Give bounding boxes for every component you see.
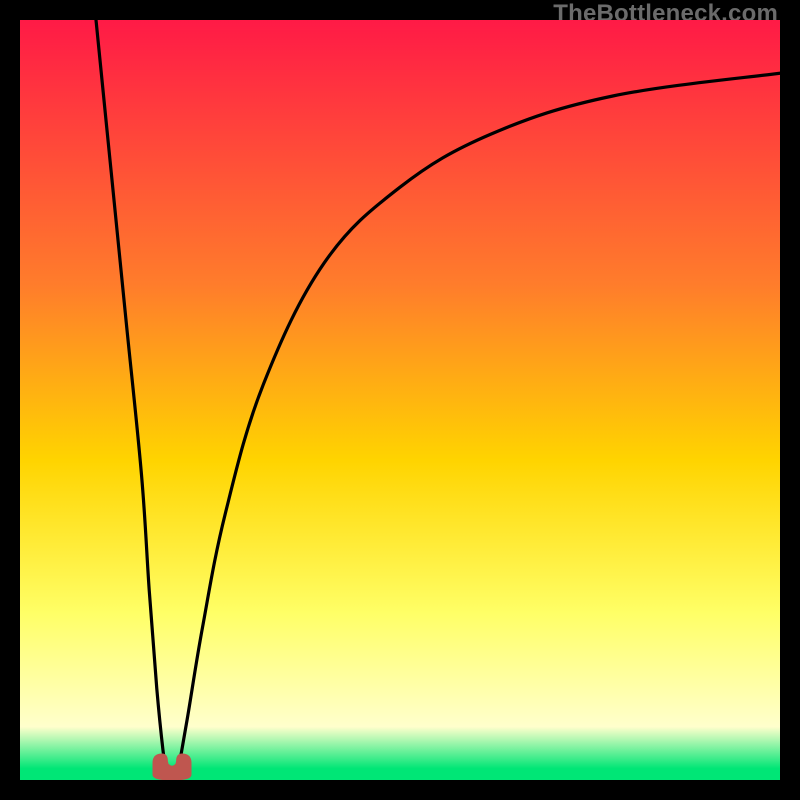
outer-frame: TheBottleneck.com	[0, 0, 800, 800]
plot-svg	[20, 20, 780, 780]
